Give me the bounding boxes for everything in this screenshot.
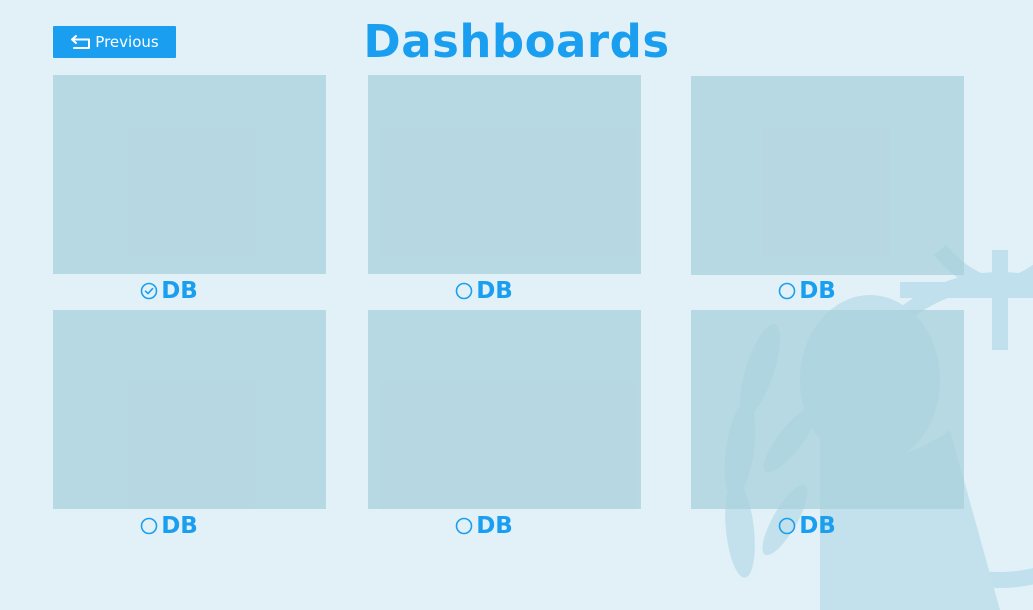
empty-circle-icon[interactable] [777, 281, 797, 301]
dashboard-option[interactable]: DB [691, 511, 922, 541]
dashboard-option[interactable]: DB [53, 276, 284, 306]
check-circle-icon[interactable] [139, 281, 159, 301]
dashboard-thumbnail[interactable] [368, 310, 641, 509]
empty-circle-icon[interactable] [777, 516, 797, 536]
dashboard-thumbnail[interactable] [368, 75, 641, 274]
dashboard-label: DB [161, 513, 198, 539]
dashboard-card: DB [53, 310, 326, 545]
dashboard-label: DB [476, 278, 513, 304]
dashboard-label: DB [476, 513, 513, 539]
dashboard-thumbnail[interactable] [53, 310, 326, 509]
dashboard-label: DB [799, 513, 836, 539]
dashboard-thumbnail[interactable] [691, 76, 964, 275]
dashboard-option[interactable]: DB [368, 511, 599, 541]
dashboard-label: DB [799, 278, 836, 304]
dashboard-card: DB [368, 75, 641, 310]
dashboard-thumbnail[interactable] [691, 310, 964, 509]
empty-circle-icon[interactable] [454, 516, 474, 536]
empty-circle-icon[interactable] [139, 516, 159, 536]
dashboard-card: DB [691, 310, 964, 545]
dashboard-grid: DB DB DB DB DB DB [0, 0, 1033, 581]
dashboard-card: DB [691, 75, 964, 310]
dashboard-card: DB [53, 75, 326, 310]
dashboard-card: DB [368, 310, 641, 545]
dashboard-option[interactable]: DB [691, 276, 922, 306]
dashboard-thumbnail[interactable] [53, 75, 326, 274]
dashboard-option[interactable]: DB [53, 511, 284, 541]
dashboard-label: DB [161, 278, 198, 304]
dashboard-option[interactable]: DB [368, 276, 599, 306]
empty-circle-icon[interactable] [454, 281, 474, 301]
